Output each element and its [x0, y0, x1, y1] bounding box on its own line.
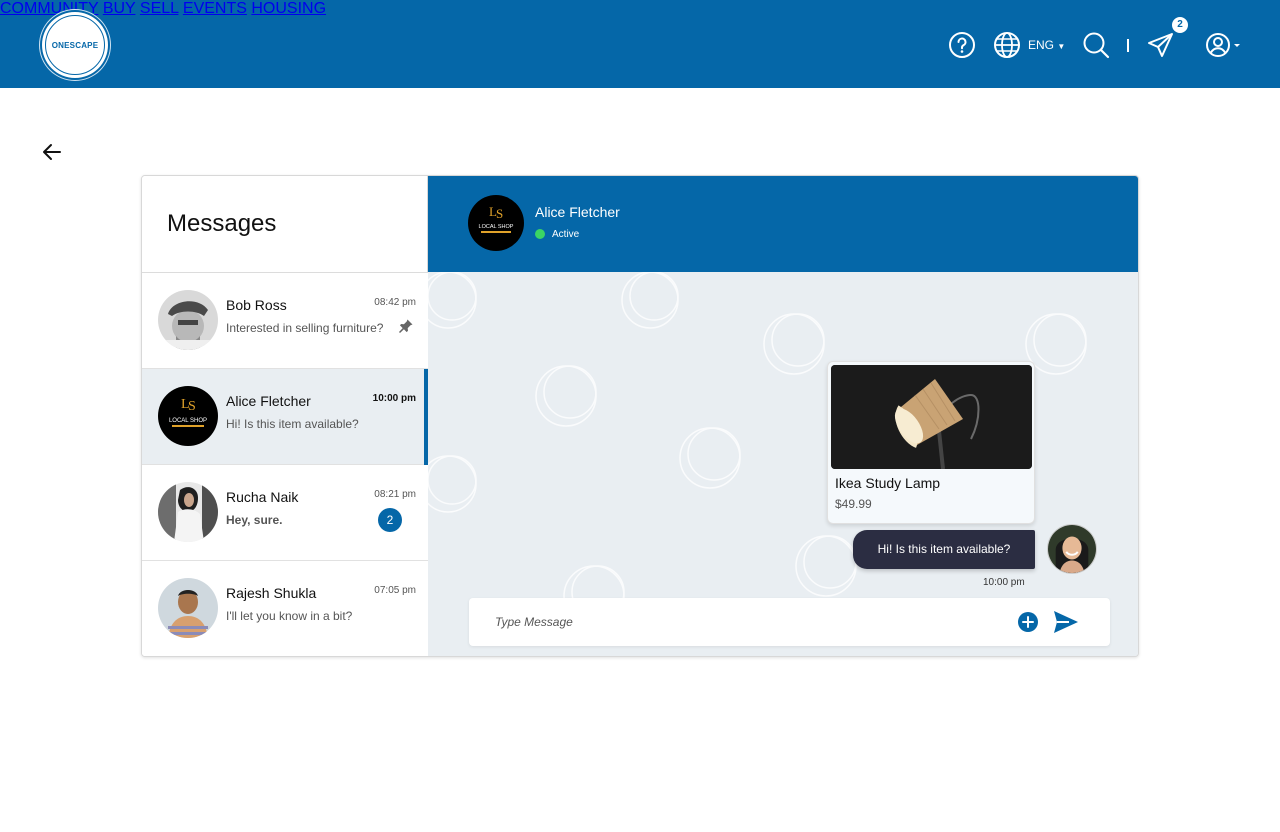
contact-avatar[interactable]: L S LOCAL SHOP [468, 195, 524, 251]
language-label: ENG [1028, 38, 1055, 52]
add-attachment-icon[interactable] [1017, 611, 1039, 633]
contact-status: Active [552, 229, 580, 240]
unread-count-badge: 2 [378, 508, 402, 532]
notification-badge: 2 [1172, 17, 1188, 33]
nav-buy[interactable]: BUY [103, 0, 136, 17]
avatar: L S LOCAL SHOP [158, 386, 218, 446]
contact-name: Alice Fletcher [535, 204, 620, 220]
message-composer [469, 598, 1110, 646]
conversation-name: Rucha Naik [226, 489, 299, 505]
conversation-item-rajesh-shukla[interactable]: Rajesh Shukla I'll let you know in a bit… [142, 561, 428, 656]
sent-message-bubble: Hi! Is this item available? [853, 530, 1035, 569]
nav-housing[interactable]: HOUSING [251, 0, 326, 17]
search-icon[interactable] [1082, 31, 1110, 59]
message-time: 10:00 pm [983, 577, 1025, 588]
svg-text:S: S [188, 399, 196, 414]
language-selector[interactable]: ENG ▼ [1028, 38, 1065, 52]
conversation-preview: I'll let you know in a bit? [226, 609, 353, 623]
conversation-time: 10:00 pm [372, 393, 416, 404]
avatar [158, 290, 218, 350]
messages-title: Messages [167, 210, 277, 237]
conversation-preview: Interested in selling furniture? [226, 321, 384, 335]
conversation-preview: Hi! Is this item available? [226, 417, 359, 431]
messages-panel: Messages Bob Ross Interested in selling … [141, 175, 1139, 657]
onescape-logo[interactable]: ONESCAPE [42, 12, 108, 78]
header-divider [1127, 39, 1129, 52]
sender-avatar [1047, 524, 1097, 574]
product-name: Ikea Study Lamp [835, 475, 941, 491]
conversation-item-rucha-naik[interactable]: Rucha Naik Hey, sure. 08:21 pm 2 [142, 465, 428, 561]
send-message-icon[interactable] [1053, 610, 1079, 634]
active-status-dot [535, 229, 545, 239]
chat-window: L S LOCAL SHOP Alice Fletcher Active Ike… [428, 176, 1138, 656]
conversation-time: 08:42 pm [374, 297, 416, 308]
send-messages-icon[interactable] [1147, 31, 1175, 59]
avatar-text: LOCAL SHOP [169, 418, 207, 424]
product-image [831, 365, 1032, 469]
user-account-icon[interactable] [1205, 31, 1243, 59]
top-navbar: ONESCAPE COMMUNITY BUY SELL EVENTS HOUSI… [0, 0, 1280, 88]
back-arrow-icon[interactable] [40, 140, 64, 164]
contact-avatar-text: LOCAL SHOP [479, 224, 514, 230]
conversation-preview: Hey, sure. [226, 513, 283, 527]
chat-header: L S LOCAL SHOP Alice Fletcher Active [428, 176, 1138, 272]
message-input[interactable] [495, 612, 995, 632]
avatar [158, 482, 218, 542]
svg-text:S: S [496, 206, 503, 221]
conversation-list: Messages Bob Ross Interested in selling … [142, 176, 428, 656]
pin-icon[interactable] [398, 318, 414, 334]
product-price: $49.99 [835, 497, 872, 511]
conversation-time: 07:05 pm [374, 585, 416, 596]
conversation-name: Bob Ross [226, 297, 287, 313]
conversation-time: 08:21 pm [374, 489, 416, 500]
nav-sell[interactable]: SELL [140, 0, 179, 17]
globe-icon[interactable] [993, 31, 1021, 59]
conversation-name: Alice Fletcher [226, 393, 311, 409]
conversation-name: Rajesh Shukla [226, 585, 317, 601]
conversation-item-bob-ross[interactable]: Bob Ross Interested in selling furniture… [142, 273, 428, 369]
conversation-item-alice-fletcher[interactable]: L S LOCAL SHOP Alice Fletcher Hi! Is thi… [142, 369, 428, 465]
help-icon[interactable] [948, 31, 976, 59]
avatar [158, 578, 218, 638]
nav-events[interactable]: EVENTS [183, 0, 247, 17]
logo-text: ONESCAPE [51, 40, 99, 50]
chevron-down-icon: ▼ [1057, 42, 1066, 51]
product-card[interactable]: Ikea Study Lamp $49.99 [827, 361, 1035, 524]
